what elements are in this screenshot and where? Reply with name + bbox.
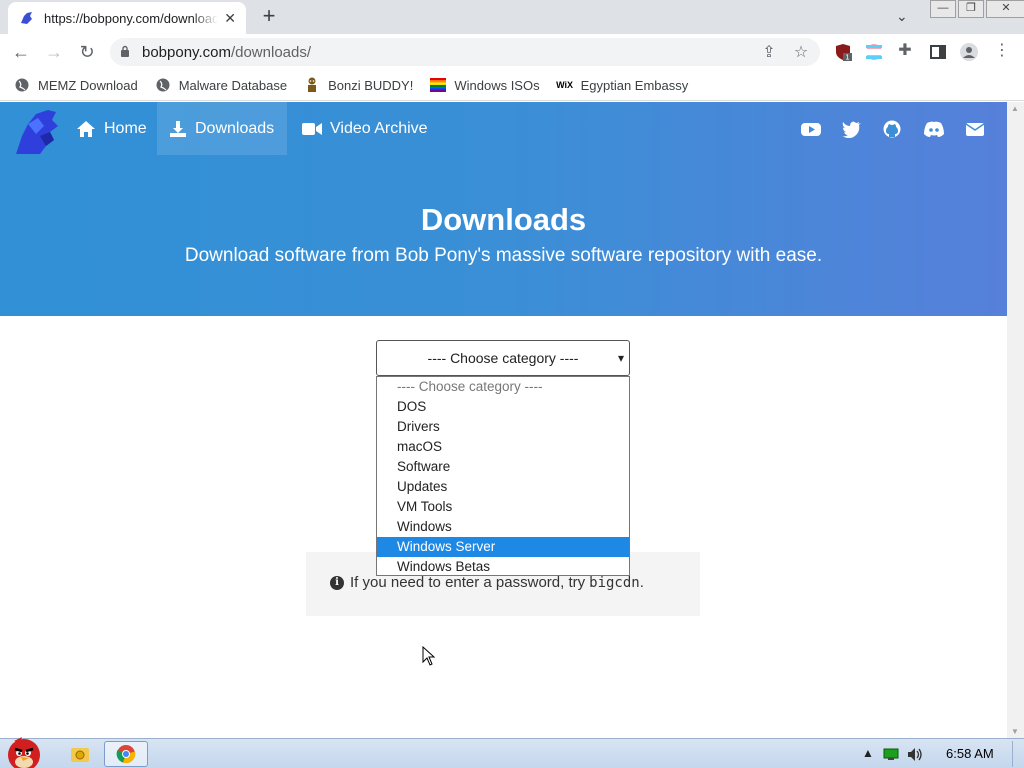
window-controls: — ❐ ✕ xyxy=(928,0,1024,18)
bookmarks-bar: MEMZ Download Malware Database Bonzi BUD… xyxy=(0,70,1024,101)
twitter-icon[interactable] xyxy=(842,120,862,138)
taskbar-clock[interactable]: 6:58 AM xyxy=(946,746,994,761)
restore-button[interactable]: ❐ xyxy=(958,0,984,18)
wix-icon: WiX xyxy=(556,80,574,90)
home-icon xyxy=(77,120,95,137)
category-option[interactable]: VM Tools xyxy=(377,497,629,517)
pride-extension-icon[interactable] xyxy=(865,43,883,61)
category-option[interactable]: Windows xyxy=(377,517,629,537)
category-dropdown-list[interactable]: ---- Choose category ---- DOS Drivers ma… xyxy=(376,376,630,576)
bookmark-windows-isos[interactable]: Windows ISOs xyxy=(430,77,540,93)
nav-home[interactable]: Home xyxy=(64,102,159,155)
bobpony-favicon-icon xyxy=(21,12,32,24)
bookmark-star-icon[interactable]: ☆ xyxy=(792,44,810,62)
discord-icon[interactable] xyxy=(923,120,945,138)
volume-icon[interactable] xyxy=(906,747,924,762)
tab-search-icon[interactable]: ⌄ xyxy=(896,8,908,25)
browser-tab[interactable]: https://bobpony.com/downloads/ ✕ xyxy=(8,2,246,34)
category-option[interactable]: ---- Choose category ---- xyxy=(377,377,629,397)
mouse-cursor-icon xyxy=(422,646,436,666)
side-panel-icon[interactable] xyxy=(929,43,947,61)
video-camera-icon xyxy=(302,122,322,135)
ublock-extension-icon[interactable]: 1 xyxy=(834,43,852,61)
category-option[interactable]: Drivers xyxy=(377,417,629,437)
page-scrollbar[interactable]: ▲ ▼ xyxy=(1007,102,1024,738)
site-navbar: Home Downloads Video Archive xyxy=(0,102,1007,155)
bookmark-label: Egyptian Embassy xyxy=(580,77,689,93)
browser-toolbar: ← → ↻ bobpony.com/downloads/ ⇪ ☆ 1 ✚ ⋮ xyxy=(0,34,1024,70)
category-select-value: ---- Choose category ---- xyxy=(427,350,579,366)
url-path: /downloads/ xyxy=(230,44,312,61)
category-option[interactable]: Software xyxy=(377,457,629,477)
category-option[interactable]: macOS xyxy=(377,437,629,457)
page-subtitle: Download software from Bob Pony's massiv… xyxy=(184,245,823,266)
back-icon[interactable]: ← xyxy=(10,41,32,63)
page-title: Downloads xyxy=(420,202,587,237)
taskbar-explorer[interactable] xyxy=(58,741,102,767)
minimize-button[interactable]: — xyxy=(930,0,956,18)
extensions-puzzle-icon[interactable]: ✚ xyxy=(896,42,914,60)
nav-video-archive-label: Video Archive xyxy=(330,119,428,137)
bookmark-egyptian-embassy[interactable]: WiX Egyptian Embassy xyxy=(556,77,689,93)
chrome-icon xyxy=(116,745,136,764)
scroll-up-arrow-icon[interactable]: ▲ xyxy=(1011,104,1019,113)
youtube-icon[interactable] xyxy=(801,120,821,138)
category-option[interactable]: DOS xyxy=(377,397,629,417)
web-page: Home Downloads Video Archive Downloads D… xyxy=(0,102,1007,738)
tab-strip: https://bobpony.com/downloads/ ✕ + ⌄ — ❐… xyxy=(0,0,1024,34)
bookmark-memz[interactable]: MEMZ Download xyxy=(14,77,138,93)
svg-text:1: 1 xyxy=(845,54,849,62)
bookmark-label: Bonzi BUDDY! xyxy=(328,77,414,93)
bookmark-malware-database[interactable]: Malware Database xyxy=(155,77,287,93)
bookmark-label: Malware Database xyxy=(178,77,288,93)
new-tab-button[interactable]: + xyxy=(258,5,280,28)
category-option-highlighted[interactable]: Windows Server xyxy=(377,537,629,557)
url-text: bobpony.com/downloads/ xyxy=(142,44,311,61)
bookmark-bonzi-buddy[interactable]: Bonzi BUDDY! xyxy=(304,77,413,93)
github-icon[interactable] xyxy=(882,120,902,138)
scroll-down-arrow-icon[interactable]: ▼ xyxy=(1011,727,1019,736)
bobpony-logo-icon[interactable] xyxy=(10,106,64,156)
menu-kebab-icon[interactable]: ⋮ xyxy=(993,42,1011,60)
tray-expand-icon[interactable]: ▲ xyxy=(862,746,874,760)
nav-home-label: Home xyxy=(104,119,147,137)
windows-taskbar: ▲ 6:58 AM xyxy=(0,737,1024,768)
explorer-folder-icon xyxy=(71,748,89,762)
taskbar-chrome[interactable] xyxy=(104,741,148,767)
close-tab-icon[interactable]: ✕ xyxy=(224,10,236,27)
info-icon: i xyxy=(330,575,344,590)
show-desktop-button[interactable] xyxy=(1012,741,1024,767)
download-icon xyxy=(170,120,186,137)
globe-icon xyxy=(14,77,30,93)
category-option[interactable]: Windows Betas xyxy=(377,557,629,577)
nav-downloads[interactable]: Downloads xyxy=(157,102,287,155)
share-icon[interactable]: ⇪ xyxy=(760,44,778,62)
address-bar[interactable]: bobpony.com/downloads/ ⇪ ☆ xyxy=(110,38,820,66)
bookmark-label: MEMZ Download xyxy=(38,77,138,93)
notice-suffix: . xyxy=(639,574,644,591)
category-option[interactable]: Updates xyxy=(377,477,629,497)
lock-icon xyxy=(121,45,129,57)
forward-icon[interactable]: → xyxy=(43,41,65,63)
profile-avatar-icon[interactable] xyxy=(960,43,978,61)
rainbow-flag-icon xyxy=(430,77,447,93)
email-envelope-icon[interactable] xyxy=(965,120,985,138)
url-host: bobpony.com xyxy=(142,44,231,61)
globe-icon xyxy=(155,77,171,93)
bonzi-icon xyxy=(304,77,320,93)
category-select[interactable]: ---- Choose category ---- ▾ xyxy=(376,340,630,376)
close-window-button[interactable]: ✕ xyxy=(986,0,1024,18)
reload-icon[interactable]: ↻ xyxy=(76,41,98,63)
start-button-angry-bird-icon[interactable] xyxy=(0,731,52,768)
hero-banner: Home Downloads Video Archive Downloads D… xyxy=(0,102,1007,316)
nav-video-archive[interactable]: Video Archive xyxy=(290,102,440,155)
bookmark-label: Windows ISOs xyxy=(454,77,540,93)
chevron-down-icon: ▾ xyxy=(617,351,624,365)
network-icon[interactable] xyxy=(883,748,899,761)
nav-downloads-label: Downloads xyxy=(195,119,275,137)
tab-title: https://bobpony.com/downloads/ xyxy=(44,10,219,26)
